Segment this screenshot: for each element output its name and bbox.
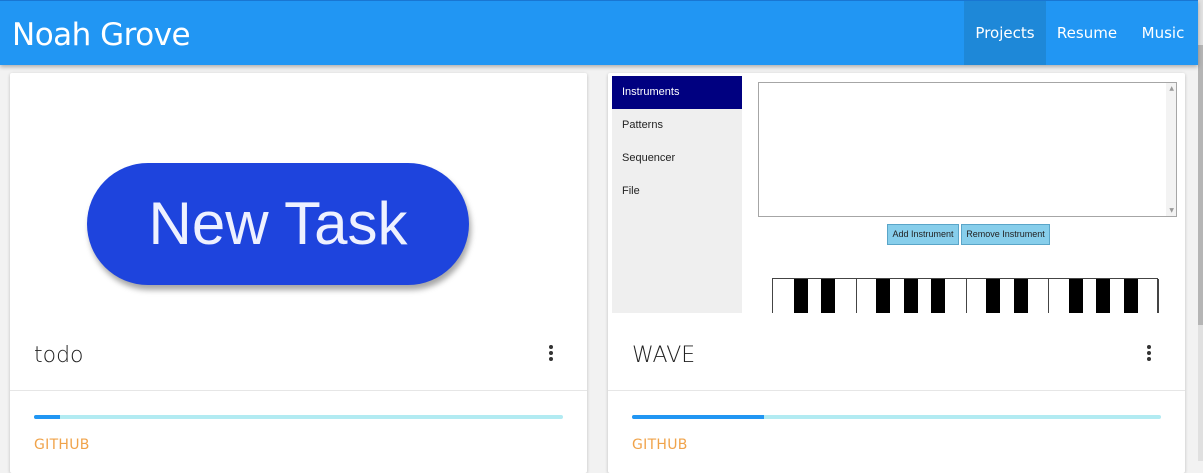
- github-link[interactable]: GITHUB: [632, 437, 688, 453]
- piano-black-key: [903, 279, 918, 313]
- card-divider: [608, 390, 1185, 391]
- piano-black-key: [793, 279, 808, 313]
- page-scrollbar[interactable]: [1198, 0, 1203, 461]
- piano-black-key: [1013, 279, 1028, 313]
- new-task-button-preview: New Task: [87, 163, 469, 285]
- wave-textarea-scrollbar: [1166, 83, 1176, 216]
- navbar: Noah Grove Projects Resume Music: [0, 0, 1198, 65]
- progress-fill: [632, 415, 765, 419]
- github-link[interactable]: GITHUB: [34, 437, 90, 453]
- project-progress-bar: [34, 415, 563, 419]
- project-preview-todo[interactable]: New Task: [10, 73, 587, 313]
- wave-sidebar: Instruments Patterns Sequencer File: [612, 76, 742, 313]
- nav-link-music[interactable]: Music: [1128, 1, 1198, 65]
- progress-fill: [34, 415, 61, 419]
- wave-menu-file: File: [622, 185, 640, 197]
- piano-black-key: [1096, 279, 1110, 313]
- project-title: WAVE: [632, 343, 696, 368]
- project-progress-bar: [632, 415, 1161, 419]
- remove-instrument-button: Remove Instrument: [961, 224, 1050, 245]
- piano-black-key: [931, 279, 945, 313]
- project-preview-wave[interactable]: Instruments Patterns Sequencer File ▲ ▼ …: [608, 73, 1185, 313]
- site-brand[interactable]: Noah Grove: [12, 17, 191, 53]
- project-title: todo: [34, 343, 84, 368]
- project-card-wave: Instruments Patterns Sequencer File ▲ ▼ …: [608, 73, 1185, 473]
- scrollbar-thumb[interactable]: [1198, 45, 1203, 325]
- wave-menu-sequencer: Sequencer: [622, 152, 676, 164]
- card-divider: [10, 390, 587, 391]
- scroll-up-icon: ▲: [1169, 85, 1174, 92]
- wave-menu-instruments: Instruments: [612, 76, 742, 109]
- scroll-down-icon: ▼: [1169, 207, 1174, 214]
- more-vert-icon[interactable]: [545, 345, 557, 365]
- nav-link-projects[interactable]: Projects: [964, 1, 1046, 65]
- piano-black-key: [821, 279, 835, 313]
- wave-instrument-list: ▲ ▼: [758, 82, 1177, 217]
- wave-menu-patterns: Patterns: [622, 119, 663, 131]
- add-instrument-button: Add Instrument: [887, 224, 959, 245]
- more-vert-icon[interactable]: [1143, 345, 1155, 365]
- nav-link-resume[interactable]: Resume: [1046, 1, 1128, 65]
- piano-black-key: [876, 279, 890, 313]
- piano-keyboard: [772, 278, 1159, 313]
- project-card-todo: New Task todo GITHUB: [10, 73, 587, 473]
- piano-black-key: [1068, 279, 1083, 313]
- piano-black-key: [986, 279, 1000, 313]
- piano-black-key: [1123, 279, 1138, 313]
